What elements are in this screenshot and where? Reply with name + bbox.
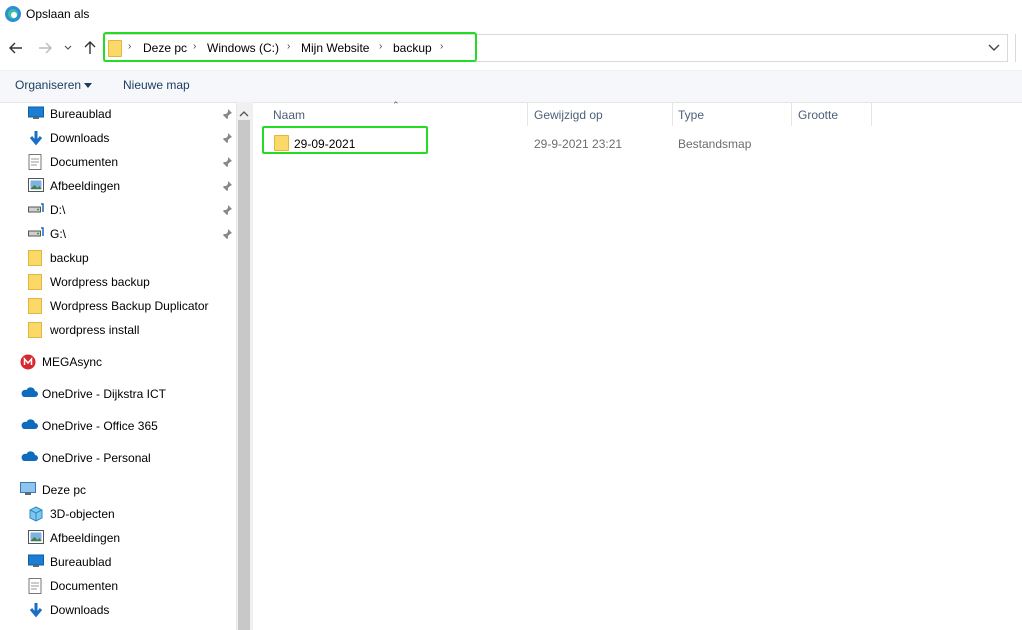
- download-arrow-icon: [28, 602, 44, 618]
- drive-icon: [28, 202, 44, 218]
- pin-icon[interactable]: [221, 156, 233, 168]
- window-title: Opslaan als: [26, 7, 90, 21]
- sidebar-item-wordpress-backup-duplicator[interactable]: Wordpress Backup Duplicator: [28, 295, 209, 317]
- drive-icon: [28, 226, 44, 242]
- folder-icon: [28, 298, 44, 314]
- sidebar-item-label: Downloads: [50, 131, 110, 145]
- column-divider[interactable]: [871, 102, 872, 126]
- sidebar-item-label: Wordpress backup: [50, 275, 150, 289]
- sidebar-item-label: OneDrive - Dijkstra ICT: [42, 387, 167, 401]
- pin-icon[interactable]: [221, 180, 233, 192]
- sidebar-item-label: Bureaublad: [50, 555, 112, 569]
- sidebar-item-bureaublad[interactable]: Bureaublad: [28, 103, 111, 125]
- mega-icon: [20, 354, 36, 370]
- title-bar: [0, 0, 1022, 30]
- sidebar-item-label: Documenten: [50, 155, 119, 169]
- document-icon: [28, 578, 44, 594]
- row-highlight-box: [262, 126, 428, 154]
- column-header-modified[interactable]: Gewijzigd op: [534, 108, 603, 122]
- pin-icon[interactable]: [221, 204, 233, 216]
- sidebar-item-label: Deze pc: [42, 483, 87, 497]
- desktop-icon: [28, 554, 44, 570]
- folder-icon: [28, 274, 44, 290]
- sidebar-item-label: Afbeeldingen: [50, 531, 121, 545]
- sidebar-item-downloads[interactable]: Downloads: [28, 127, 109, 149]
- column-header-size[interactable]: Grootte: [798, 108, 838, 122]
- sidebar-item-label: D:\: [50, 203, 66, 217]
- pictures-icon: [28, 178, 44, 194]
- sidebar-item-afbeeldingen[interactable]: Afbeeldingen: [28, 175, 120, 197]
- sidebar-item-pc-downloads[interactable]: Downloads: [28, 599, 109, 621]
- file-modified: 29-9-2021 23:21: [534, 137, 623, 151]
- forward-button[interactable]: [35, 38, 55, 58]
- sidebar-item-pc-documenten[interactable]: Documenten: [28, 575, 118, 597]
- caret-down-icon[interactable]: [84, 83, 92, 88]
- sidebar-item-deze-pc[interactable]: Deze pc: [20, 479, 86, 501]
- sidebar-item-documenten[interactable]: Documenten: [28, 151, 118, 173]
- computer-icon: [20, 482, 36, 498]
- sidebar-item-label: Wordpress Backup Duplicator: [50, 299, 209, 313]
- sidebar-item-onedrive-personal[interactable]: OneDrive - Personal: [20, 447, 151, 469]
- sidebar-item-wordpress-backup[interactable]: Wordpress backup: [28, 271, 150, 293]
- sidebar-item-backup[interactable]: backup: [28, 247, 89, 269]
- sort-ascending-icon: ⌃: [392, 100, 400, 110]
- arrow-right-icon: [39, 42, 52, 54]
- scroll-up-icon[interactable]: [239, 106, 249, 120]
- chevron-down-icon: [64, 45, 72, 50]
- sidebar-item-label: OneDrive - Personal: [42, 451, 151, 465]
- sidebar-item-pc-3d-objecten[interactable]: 3D-objecten: [28, 503, 115, 525]
- sidebar-item-onedrive-dijkstra-ict[interactable]: OneDrive - Dijkstra ICT: [20, 383, 166, 405]
- download-arrow-icon: [28, 130, 44, 146]
- column-divider[interactable]: [672, 102, 673, 126]
- up-button[interactable]: [80, 38, 100, 58]
- sidebar-item-label: Downloads: [50, 603, 110, 617]
- onedrive-cloud-icon: [20, 386, 38, 402]
- sidebar-item-wordpress-install[interactable]: wordpress install: [28, 319, 139, 341]
- sidebar-item-label: wordpress install: [50, 323, 140, 337]
- sidebar-item-megasync[interactable]: MEGAsync: [20, 351, 102, 373]
- pin-icon[interactable]: [221, 132, 233, 144]
- address-divider: [1015, 34, 1016, 62]
- onedrive-cloud-icon: [20, 418, 38, 434]
- column-divider[interactable]: [527, 102, 528, 126]
- sidebar-item-g[interactable]: G:\: [28, 223, 66, 245]
- arrow-up-icon: [84, 41, 96, 54]
- recent-locations-button[interactable]: [60, 38, 76, 58]
- column-header-name[interactable]: Naam: [273, 108, 305, 122]
- sidebar-item-label: Documenten: [50, 579, 119, 593]
- sidebar-item-label: Bureaublad: [50, 107, 112, 121]
- folder-icon: [28, 322, 44, 338]
- desktop-icon: [28, 106, 44, 122]
- document-icon: [28, 154, 44, 170]
- sidebar-item-onedrive-office-365[interactable]: OneDrive - Office 365: [20, 415, 158, 437]
- back-button[interactable]: [6, 38, 26, 58]
- sidebar-item-pc-bureaublad[interactable]: Bureaublad: [28, 551, 111, 573]
- pin-icon[interactable]: [221, 108, 233, 120]
- file-type: Bestandsmap: [678, 137, 752, 151]
- edge-app-icon: [4, 5, 22, 23]
- sidebar-item-pc-afbeeldingen[interactable]: Afbeeldingen: [28, 527, 120, 549]
- sidebar-item-label: G:\: [50, 227, 67, 241]
- column-divider[interactable]: [791, 102, 792, 126]
- new-folder-button[interactable]: Nieuwe map: [123, 78, 190, 92]
- address-highlight-box: [103, 32, 477, 62]
- sidebar-item-d[interactable]: D:\: [28, 199, 65, 221]
- sidebar-item-label: 3D-objecten: [50, 507, 115, 521]
- folder-icon: [28, 250, 44, 266]
- scroll-thumb[interactable]: [238, 120, 250, 630]
- arrow-left-icon: [9, 42, 22, 54]
- sidebar-item-label: MEGAsync: [42, 355, 103, 369]
- sidebar-item-label: OneDrive - Office 365: [42, 419, 158, 433]
- sidebar-item-label: backup: [50, 251, 89, 265]
- chevron-down-icon: [988, 44, 1000, 51]
- sidebar-item-label: Afbeeldingen: [50, 179, 121, 193]
- navigation-pane: Bureaublad Downloads Documenten Afbeeldinge…: [0, 102, 252, 630]
- pin-icon[interactable]: [221, 228, 233, 240]
- address-dropdown-button[interactable]: [988, 41, 1000, 55]
- onedrive-cloud-icon: [20, 450, 38, 466]
- cube-3d-icon: [28, 506, 44, 522]
- column-header-type[interactable]: Type: [678, 108, 704, 122]
- organize-button[interactable]: Organiseren: [15, 78, 81, 92]
- pictures-icon: [28, 530, 44, 546]
